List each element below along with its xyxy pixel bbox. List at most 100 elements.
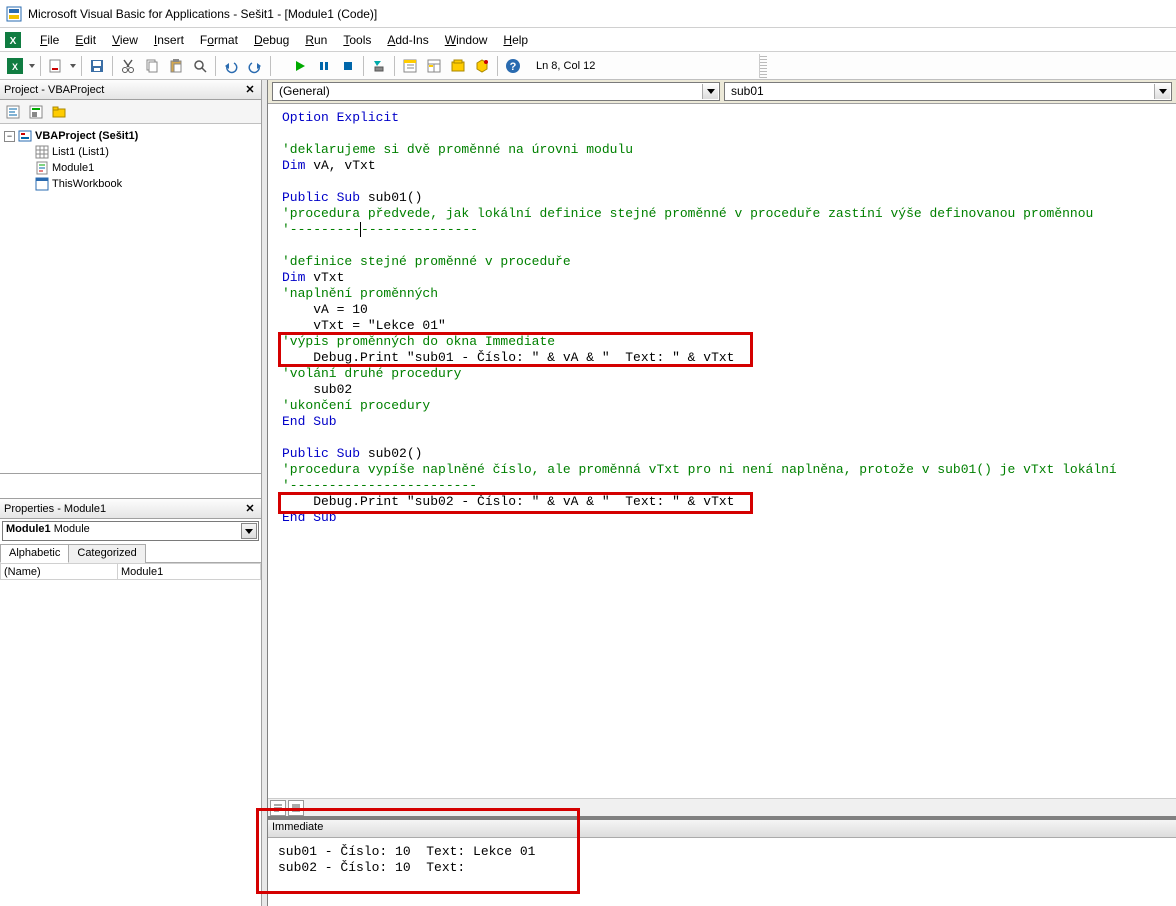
workbook-icon xyxy=(35,177,49,191)
tree-item-label: List1 (List1) xyxy=(52,144,109,160)
tree-item[interactable]: ThisWorkbook xyxy=(2,176,259,192)
chevron-down-icon[interactable] xyxy=(1154,84,1170,99)
module-icon xyxy=(35,161,49,175)
title-bar: Microsoft Visual Basic for Applications … xyxy=(0,0,1176,28)
tree-root[interactable]: − VBAProject (Sešit1) xyxy=(2,128,259,144)
window-title: Microsoft Visual Basic for Applications … xyxy=(28,7,377,21)
toolbar-grip[interactable] xyxy=(759,54,767,78)
view-excel-icon[interactable]: X xyxy=(4,55,26,77)
immediate-header: Immediate xyxy=(268,820,1176,838)
left-panel-area: Project - VBAProject ✕ − VBAProject (Seš… xyxy=(0,80,262,906)
properties-icon[interactable] xyxy=(423,55,445,77)
tree-item-label: ThisWorkbook xyxy=(52,176,122,192)
tree-item-label: Module1 xyxy=(52,160,94,176)
break-icon[interactable] xyxy=(313,55,335,77)
run-icon[interactable] xyxy=(289,55,311,77)
procedure-dropdown[interactable]: sub01 xyxy=(724,82,1172,101)
object-dropdown-value: (General) xyxy=(279,84,330,98)
cursor-position: Ln 8, Col 12 xyxy=(536,60,595,72)
excel-icon[interactable]: X xyxy=(4,31,22,49)
menu-tools[interactable]: Tools xyxy=(335,30,379,50)
tree-item[interactable]: List1 (List1) xyxy=(2,144,259,160)
dropdown-arrow-icon[interactable] xyxy=(28,64,36,68)
main-area: (General) sub01 Option Explicit 'deklaru… xyxy=(262,80,1176,906)
menu-bar: X File Edit View Insert Format Debug Run… xyxy=(0,28,1176,52)
tab-alphabetic[interactable]: Alphabetic xyxy=(0,544,69,563)
project-toolbar xyxy=(0,100,261,124)
properties-tabs: Alphabetic Categorized xyxy=(0,543,261,563)
menu-edit[interactable]: Edit xyxy=(67,30,104,50)
dropdown-name: Module1 xyxy=(6,523,51,535)
project-explorer-icon[interactable] xyxy=(399,55,421,77)
properties-panel-title: Properties - Module1 xyxy=(4,503,106,515)
separator xyxy=(81,56,82,76)
full-module-view-icon[interactable] xyxy=(288,800,304,816)
project-tree[interactable]: − VBAProject (Sešit1) List1 (List1) Modu… xyxy=(0,124,261,474)
property-row[interactable]: (Name) Module1 xyxy=(1,564,261,580)
properties-object-dropdown[interactable]: Module1 Module xyxy=(2,521,259,541)
procedure-view-icon[interactable] xyxy=(270,800,286,816)
close-icon[interactable]: ✕ xyxy=(243,502,257,516)
menu-addins[interactable]: Add-Ins xyxy=(379,30,436,50)
tree-item[interactable]: Module1 xyxy=(2,160,259,176)
menu-help[interactable]: Help xyxy=(495,30,536,50)
properties-panel-header: Properties - Module1 ✕ xyxy=(0,499,261,519)
design-mode-icon[interactable] xyxy=(368,55,390,77)
menu-window[interactable]: Window xyxy=(437,30,496,50)
undo-icon[interactable] xyxy=(220,55,242,77)
separator xyxy=(363,56,364,76)
properties-panel: Properties - Module1 ✕ Module1 Module Al… xyxy=(0,498,261,906)
menu-format[interactable]: Format xyxy=(192,30,246,50)
help-icon[interactable]: ? xyxy=(502,55,524,77)
paste-icon[interactable] xyxy=(165,55,187,77)
project-panel-title: Project - VBAProject xyxy=(4,84,104,96)
separator xyxy=(270,56,271,76)
svg-text:X: X xyxy=(12,62,18,72)
insert-module-icon[interactable] xyxy=(45,55,67,77)
toggle-folders-icon[interactable] xyxy=(48,101,70,123)
code-view-switches xyxy=(268,798,1176,816)
project-panel: Project - VBAProject ✕ − VBAProject (Seš… xyxy=(0,80,261,474)
menu-run[interactable]: Run xyxy=(297,30,335,50)
close-icon[interactable]: ✕ xyxy=(243,83,257,97)
menu-insert[interactable]: Insert xyxy=(146,30,192,50)
project-panel-header: Project - VBAProject ✕ xyxy=(0,80,261,100)
svg-text:X: X xyxy=(10,36,17,47)
toolbox-icon[interactable] xyxy=(471,55,493,77)
code-window: (General) sub01 Option Explicit 'deklaru… xyxy=(268,80,1176,816)
chevron-down-icon[interactable] xyxy=(241,523,257,539)
collapse-icon[interactable]: − xyxy=(4,131,15,142)
immediate-window: Immediate sub01 - Číslo: 10 Text: Lekce … xyxy=(268,816,1176,906)
chevron-down-icon[interactable] xyxy=(702,84,718,99)
object-dropdown[interactable]: (General) xyxy=(272,82,720,101)
separator xyxy=(40,56,41,76)
app-icon xyxy=(6,6,22,22)
menu-file[interactable]: File xyxy=(32,30,67,50)
redo-icon[interactable] xyxy=(244,55,266,77)
property-name: (Name) xyxy=(1,564,118,580)
dropdown-arrow-icon[interactable] xyxy=(69,64,77,68)
menu-view[interactable]: View xyxy=(104,30,146,50)
view-code-icon[interactable] xyxy=(2,101,24,123)
menu-debug[interactable]: Debug xyxy=(246,30,297,50)
cut-icon[interactable] xyxy=(117,55,139,77)
worksheet-icon xyxy=(35,145,49,159)
svg-text:?: ? xyxy=(510,61,517,73)
separator xyxy=(394,56,395,76)
separator xyxy=(215,56,216,76)
properties-grid[interactable]: (Name) Module1 xyxy=(0,563,261,580)
object-browser-icon[interactable] xyxy=(447,55,469,77)
code-editor[interactable]: Option Explicit 'deklarujeme si dvě prom… xyxy=(268,104,1176,798)
separator xyxy=(112,56,113,76)
immediate-body[interactable]: sub01 - Číslo: 10 Text: Lekce 01 sub02 -… xyxy=(268,838,1176,898)
vbaproject-icon xyxy=(18,129,32,143)
copy-icon[interactable] xyxy=(141,55,163,77)
toolbar: X ? Ln 8, Col 12 xyxy=(0,52,1176,80)
save-icon[interactable] xyxy=(86,55,108,77)
tab-categorized[interactable]: Categorized xyxy=(68,544,145,563)
separator xyxy=(497,56,498,76)
view-object-icon[interactable] xyxy=(25,101,47,123)
property-value[interactable]: Module1 xyxy=(118,564,261,580)
find-icon[interactable] xyxy=(189,55,211,77)
stop-icon[interactable] xyxy=(337,55,359,77)
